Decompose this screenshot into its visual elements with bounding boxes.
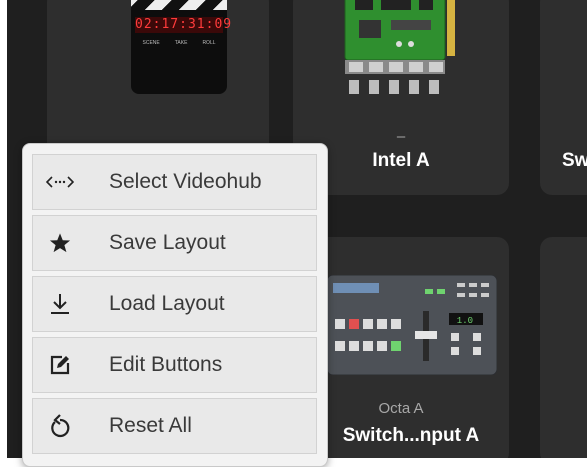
- tile-title: Sw: [562, 150, 587, 171]
- menu-item-label: Select Videohub: [109, 170, 262, 193]
- edit-icon: [33, 354, 87, 376]
- menu-item-label: Reset All: [109, 414, 192, 437]
- menu-item-label: Load Layout: [109, 292, 225, 315]
- menu-item-label: Save Layout: [109, 231, 226, 254]
- menu-item-select-videohub[interactable]: Select Videohub: [32, 154, 317, 210]
- atem-switcher-icon: 1.0: [327, 275, 497, 375]
- tile-partial[interactable]: [540, 237, 587, 458]
- pci-card-icon: [344, 0, 455, 94]
- context-menu: Select Videohub Save Layout Load Layout …: [22, 143, 328, 467]
- menu-item-save-layout[interactable]: Save Layout: [32, 215, 317, 271]
- arrows-icon: [33, 175, 87, 189]
- tile-subtitle: –: [396, 128, 406, 145]
- tile-sw[interactable]: Sw: [540, 0, 587, 195]
- menu-item-reset-all[interactable]: Reset All: [32, 398, 317, 454]
- star-icon: [33, 232, 87, 254]
- reset-icon: [33, 414, 87, 438]
- menu-item-label: Edit Buttons: [109, 353, 223, 376]
- menu-item-edit-buttons[interactable]: Edit Buttons: [32, 337, 317, 393]
- switcher-display: 1.0: [457, 316, 473, 326]
- menu-item-load-layout[interactable]: Load Layout: [32, 276, 317, 332]
- clapperboard-icon: 02:17:31:09 SCENE TAKE ROLL: [131, 0, 231, 94]
- download-icon: [33, 292, 87, 316]
- tile-title: Switch...nput A: [342, 425, 480, 446]
